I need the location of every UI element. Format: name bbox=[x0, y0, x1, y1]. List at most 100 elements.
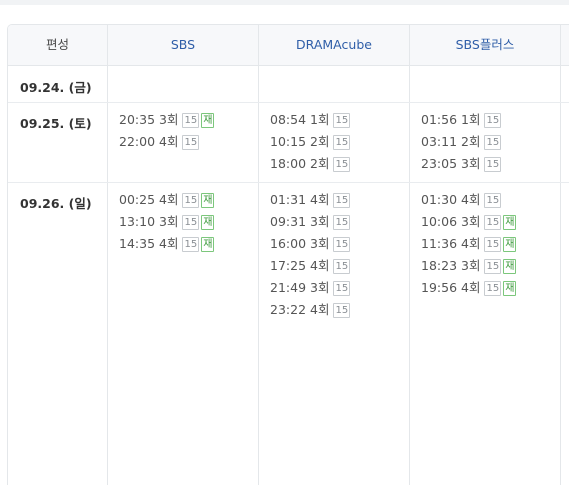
age-rating-badge: 15 bbox=[182, 215, 200, 230]
episode-number: 3회 bbox=[310, 214, 330, 229]
schedule-entry: 23:05 3회 15 bbox=[421, 153, 502, 175]
episode-number: 4회 bbox=[310, 192, 330, 207]
schedule-entry: 16:00 3회 15 bbox=[270, 233, 351, 255]
age-rating-badge: 15 bbox=[182, 135, 200, 150]
schedule-cell: 00:25 4회 15 재 13:10 3회 15 재 14:35 4회 15 재 bbox=[119, 189, 215, 255]
age-rating-badge: 15 bbox=[333, 135, 351, 150]
channel-header-sbs-plus: SBS플러스 bbox=[455, 37, 515, 52]
age-rating-badge: 15 bbox=[484, 113, 502, 128]
broadcast-time: 18:23 bbox=[421, 258, 458, 273]
broadcast-time: 01:31 bbox=[270, 192, 307, 207]
age-rating-badge: 15 bbox=[484, 281, 502, 296]
schedule-entry: 22:00 4회 15 bbox=[119, 131, 214, 153]
row-divider bbox=[8, 182, 569, 183]
broadcast-time: 10:06 bbox=[421, 214, 458, 229]
schedule-cell: 01:30 4회 15 10:06 3회 15 재 11:36 4회 15 재 18:23 3회 15 재 1… bbox=[421, 189, 517, 299]
age-rating-badge: 15 bbox=[484, 259, 502, 274]
schedule-entry: 01:56 1회 15 bbox=[421, 109, 502, 131]
channel-header-dramacube: DRAMAcube bbox=[296, 37, 372, 52]
schedule-entry: 23:22 4회 15 bbox=[270, 299, 351, 321]
rerun-badge: 재 bbox=[201, 113, 215, 128]
age-rating-badge: 15 bbox=[484, 215, 502, 230]
broadcast-time: 08:54 bbox=[270, 112, 307, 127]
episode-number: 1회 bbox=[310, 112, 330, 127]
age-rating-badge: 15 bbox=[333, 303, 351, 318]
episode-number: 3회 bbox=[310, 280, 330, 295]
broadcast-time: 20:35 bbox=[119, 112, 156, 127]
row-divider bbox=[8, 102, 569, 103]
date-label: 09.26. (일) bbox=[20, 196, 92, 211]
broadcast-time: 18:00 bbox=[270, 156, 307, 171]
schedule-entry: 03:11 2회 15 bbox=[421, 131, 502, 153]
age-rating-badge: 15 bbox=[333, 157, 351, 172]
rerun-badge: 재 bbox=[201, 237, 215, 252]
age-rating-badge: 15 bbox=[333, 113, 351, 128]
schedule-entry: 18:00 2회 15 bbox=[270, 153, 351, 175]
age-rating-badge: 15 bbox=[484, 237, 502, 252]
age-rating-badge: 15 bbox=[484, 135, 502, 150]
top-divider bbox=[0, 0, 569, 5]
schedule-entry: 10:15 2회 15 bbox=[270, 131, 351, 153]
schedule-entry: 08:54 1회 15 bbox=[270, 109, 351, 131]
episode-number: 1회 bbox=[461, 112, 481, 127]
schedule-entry: 09:31 3회 15 bbox=[270, 211, 351, 233]
episode-number: 3회 bbox=[159, 214, 179, 229]
age-rating-badge: 15 bbox=[484, 193, 502, 208]
broadcast-time: 09:31 bbox=[270, 214, 307, 229]
age-rating-badge: 15 bbox=[484, 157, 502, 172]
age-rating-badge: 15 bbox=[333, 193, 351, 208]
broadcast-time: 01:56 bbox=[421, 112, 458, 127]
episode-number: 4회 bbox=[159, 192, 179, 207]
age-rating-badge: 15 bbox=[333, 237, 351, 252]
schedule-entry: 20:35 3회 15 재 bbox=[119, 109, 215, 131]
broadcast-schedule-table: 편성 SBS DRAMAcube SBS플러스 09.24. (금) 09.25… bbox=[7, 24, 569, 485]
broadcast-time: 14:35 bbox=[119, 236, 156, 251]
broadcast-time: 17:25 bbox=[270, 258, 307, 273]
age-rating-badge: 15 bbox=[333, 281, 351, 296]
schedule-entry: 00:25 4회 15 재 bbox=[119, 189, 215, 211]
schedule-entry: 18:23 3회 15 재 bbox=[421, 255, 517, 277]
column-divider bbox=[560, 25, 561, 485]
channel-header-sbs: SBS bbox=[170, 37, 196, 52]
broadcast-time: 22:00 bbox=[119, 134, 156, 149]
episode-number: 4회 bbox=[461, 280, 481, 295]
header-label: 편성 bbox=[45, 37, 69, 52]
episode-number: 2회 bbox=[310, 156, 330, 171]
age-rating-badge: 15 bbox=[182, 193, 200, 208]
broadcast-time: 10:15 bbox=[270, 134, 307, 149]
episode-number: 3회 bbox=[310, 236, 330, 251]
broadcast-time: 16:00 bbox=[270, 236, 307, 251]
broadcast-time: 11:36 bbox=[421, 236, 458, 251]
column-divider bbox=[107, 25, 108, 485]
episode-number: 3회 bbox=[461, 214, 481, 229]
broadcast-time: 13:10 bbox=[119, 214, 156, 229]
schedule-entry: 01:30 4회 15 bbox=[421, 189, 516, 211]
broadcast-time: 23:05 bbox=[421, 156, 458, 171]
schedule-cell: 01:31 4회 15 09:31 3회 15 16:00 3회 15 17:25 4회 15 21:4… bbox=[270, 189, 351, 321]
episode-number: 2회 bbox=[310, 134, 330, 149]
episode-number: 4회 bbox=[310, 258, 330, 273]
episode-number: 3회 bbox=[159, 112, 179, 127]
episode-number: 4회 bbox=[310, 302, 330, 317]
episode-number: 4회 bbox=[159, 134, 179, 149]
date-label: 09.25. (토) bbox=[20, 116, 92, 131]
rerun-badge: 재 bbox=[503, 237, 517, 252]
episode-number: 3회 bbox=[461, 156, 481, 171]
episode-number: 4회 bbox=[461, 192, 481, 207]
age-rating-badge: 15 bbox=[182, 237, 200, 252]
schedule-entry: 11:36 4회 15 재 bbox=[421, 233, 517, 255]
broadcast-time: 00:25 bbox=[119, 192, 156, 207]
broadcast-time: 21:49 bbox=[270, 280, 307, 295]
broadcast-time: 01:30 bbox=[421, 192, 458, 207]
schedule-entry: 21:49 3회 15 bbox=[270, 277, 351, 299]
schedule-entry: 19:56 4회 15 재 bbox=[421, 277, 517, 299]
broadcast-time: 23:22 bbox=[270, 302, 307, 317]
date-label: 09.24. (금) bbox=[20, 80, 92, 95]
broadcast-time: 19:56 bbox=[421, 280, 458, 295]
column-divider bbox=[258, 25, 259, 485]
schedule-cell: 01:56 1회 15 03:11 2회 15 23:05 3회 15 bbox=[421, 109, 502, 175]
episode-number: 4회 bbox=[159, 236, 179, 251]
rerun-badge: 재 bbox=[503, 259, 517, 274]
rerun-badge: 재 bbox=[201, 215, 215, 230]
episode-number: 2회 bbox=[461, 134, 481, 149]
